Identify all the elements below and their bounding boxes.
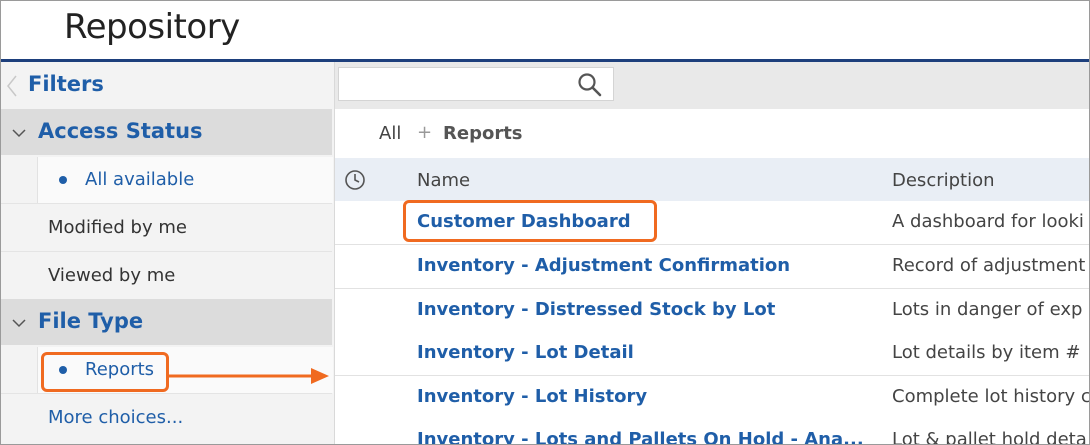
breadcrumb-all[interactable]: All	[379, 123, 401, 144]
clock-icon[interactable]	[344, 169, 366, 191]
breadcrumb-separator: +	[417, 122, 433, 143]
table-row[interactable]: Inventory - Lot Detail Lot details by it…	[335, 332, 1089, 376]
page-title: Repository	[64, 7, 240, 47]
report-name-link[interactable]: Inventory - Lot History	[417, 386, 647, 407]
callout-highlight-customer-dashboard	[403, 200, 657, 242]
callout-highlight-reports	[41, 352, 169, 392]
filters-label: Filters	[28, 72, 104, 96]
report-name-link[interactable]: Inventory - Adjustment Confirmation	[417, 255, 790, 276]
filter-option-label: Viewed by me	[48, 265, 176, 286]
section-access-status[interactable]: Access Status	[1, 109, 332, 155]
report-description: Complete lot history c	[892, 386, 1090, 407]
chevron-down-icon	[12, 129, 26, 138]
search-icon[interactable]	[577, 72, 603, 98]
report-description: Lot details by item #	[892, 342, 1081, 363]
report-description: A dashboard for looki	[892, 211, 1084, 232]
report-description: Lot & pallet hold deta	[892, 429, 1087, 445]
column-header-name[interactable]: Name	[417, 170, 470, 191]
chevron-left-icon[interactable]	[6, 74, 18, 98]
more-choices-label: More choices...	[48, 407, 184, 428]
toolbar	[335, 62, 1089, 109]
section-file-type[interactable]: File Type	[1, 299, 332, 345]
report-description: Record of adjustment	[892, 255, 1086, 276]
report-name-link[interactable]: Inventory - Lot Detail	[417, 342, 634, 363]
table-row[interactable]: Inventory - Lot History Complete lot his…	[335, 376, 1090, 420]
callout-arrow	[169, 368, 329, 384]
filter-option-modified-by-me[interactable]: Modified by me	[1, 205, 332, 251]
filter-option-label: Modified by me	[48, 217, 187, 238]
filter-option-label: All available	[85, 169, 195, 190]
more-choices-link[interactable]: More choices...	[1, 395, 332, 441]
chevron-down-icon	[12, 319, 26, 328]
section-title: Access Status	[38, 119, 203, 143]
filter-option-viewed-by-me[interactable]: Viewed by me	[1, 253, 332, 299]
breadcrumb-current: Reports	[443, 123, 523, 144]
repository-window: Repository Filters Access Status All ava…	[0, 0, 1090, 445]
table-header: Name Description	[335, 158, 1089, 202]
column-header-description[interactable]: Description	[892, 170, 995, 191]
filter-option-all-available[interactable]: All available	[1, 157, 333, 203]
breadcrumb: All + Reports	[335, 109, 1089, 158]
table-row[interactable]: Inventory - Lots and Pallets On Hold - A…	[335, 419, 1089, 445]
search-input[interactable]	[338, 67, 614, 101]
filters-header[interactable]: Filters	[1, 62, 334, 107]
table-row[interactable]: Inventory - Distressed Stock by Lot Lots…	[335, 289, 1089, 333]
selected-dot-icon	[59, 176, 67, 184]
report-name-link[interactable]: Inventory - Lots and Pallets On Hold - A…	[417, 429, 864, 444]
report-description: Lots in danger of exp	[892, 299, 1083, 320]
section-title: File Type	[38, 309, 144, 333]
table-row[interactable]: Inventory - Adjustment Confirmation Reco…	[335, 245, 1089, 289]
report-name-link[interactable]: Inventory - Distressed Stock by Lot	[417, 299, 775, 320]
page-header: Repository	[1, 1, 1089, 62]
